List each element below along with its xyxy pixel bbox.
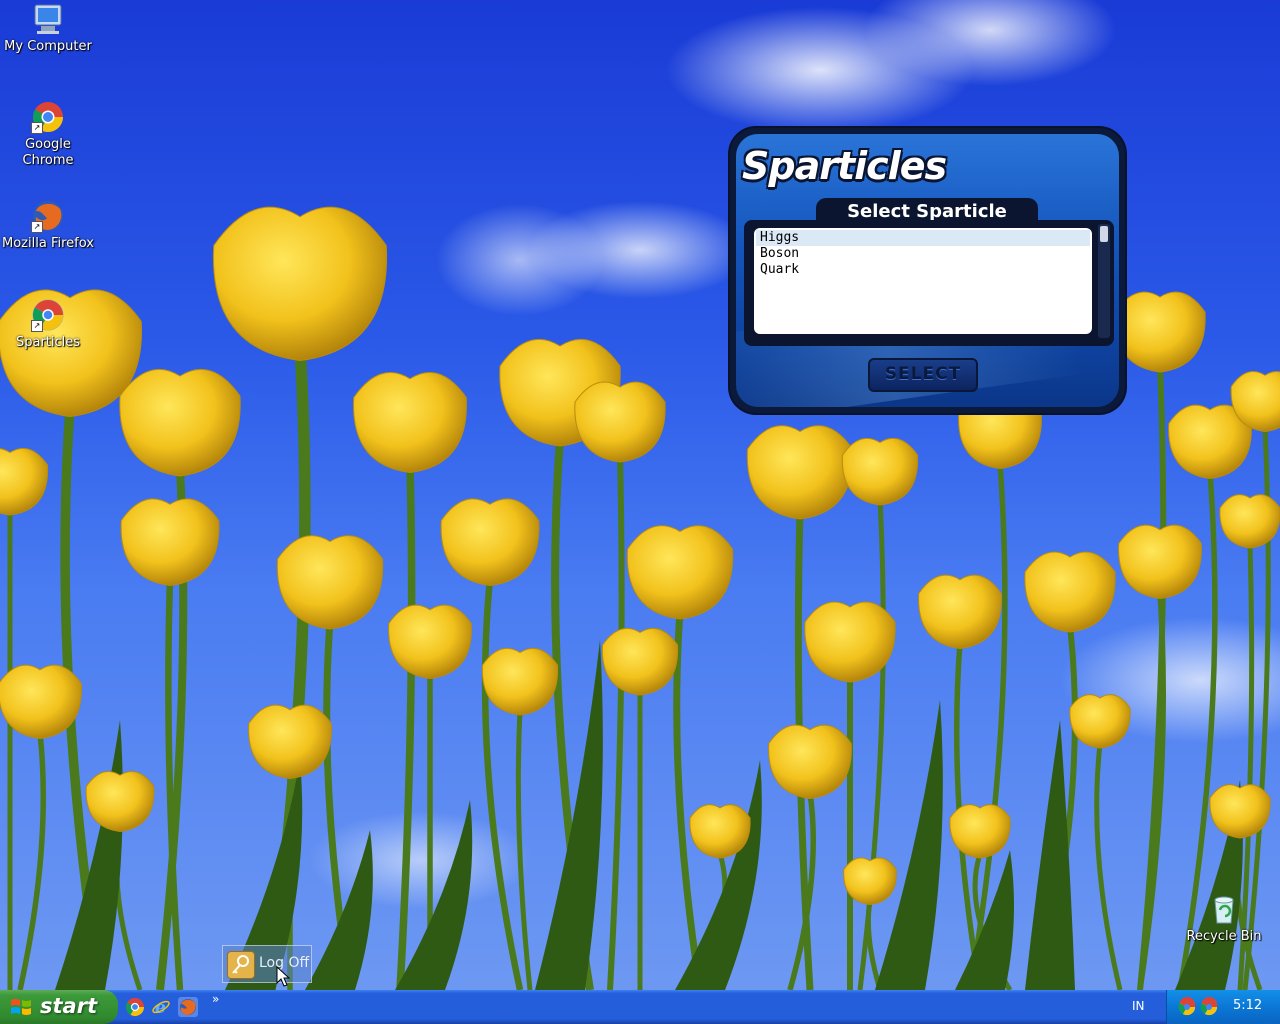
list-scrollbar[interactable] [1098, 224, 1110, 338]
shortcut-arrow-icon: ↗ [31, 122, 43, 134]
mouse-cursor-icon [276, 966, 290, 987]
start-label: start [40, 994, 98, 1018]
scrollbar-thumb[interactable] [1100, 226, 1108, 242]
language-indicator[interactable]: IN [1132, 999, 1145, 1013]
taskbar: start e » IN 5:12 [0, 990, 1280, 1024]
chrome-tray-icon[interactable] [1177, 997, 1197, 1017]
system-tray: 5:12 [1166, 990, 1280, 1024]
sparticles-label: Sparticles [15, 335, 81, 350]
recycle-bin-icon [1207, 892, 1241, 926]
ie-icon[interactable]: e [151, 997, 171, 1017]
sparticles-window: Sparticles Select Sparticle Higgs Boson … [730, 128, 1125, 413]
shortcut-arrow-icon: ↗ [31, 320, 43, 332]
sparticle-list-frame: Higgs Boson Quark [744, 220, 1114, 346]
sparticles-panel: Sparticles Select Sparticle Higgs Boson … [736, 134, 1119, 407]
firefox-shortcut[interactable]: ↗ Mozilla Firefox [0, 199, 96, 252]
sparticle-item-boson[interactable]: Boson [754, 246, 1092, 262]
chrome-icon: ↗ [31, 100, 65, 134]
recycle-bin-shortcut[interactable]: Recycle Bin [1176, 892, 1272, 945]
my-computer-icon [31, 2, 65, 36]
recycle-bin-label: Recycle Bin [1186, 929, 1262, 944]
chrome-shortcut[interactable]: ↗ Google Chrome [0, 100, 96, 169]
sparticles-icon: ↗ [31, 298, 65, 332]
firefox-icon[interactable] [178, 997, 198, 1017]
windows-flag-icon [11, 999, 31, 1015]
desktop: My Computer ↗ Google Chrome ↗ Mozilla Fi… [0, 0, 1280, 990]
sparticle-item-quark[interactable]: Quark [754, 262, 1092, 278]
quick-launch-overflow[interactable]: » [212, 992, 219, 1006]
sparticle-item-higgs[interactable]: Higgs [756, 230, 1090, 246]
my-computer-label: My Computer [4, 39, 92, 54]
firefox-label: Mozilla Firefox [2, 236, 94, 251]
shortcut-arrow-icon: ↗ [31, 221, 43, 233]
sparticles-logo: Sparticles [742, 144, 947, 188]
log-off-button[interactable]: Log Off [222, 945, 312, 983]
chrome-label-line1: Google [25, 137, 71, 152]
sparticles-frame: Sparticles Select Sparticle Higgs Boson … [730, 128, 1125, 413]
firefox-icon: ↗ [31, 199, 65, 233]
key-icon [227, 951, 255, 979]
chrome-tray-icon[interactable] [1199, 997, 1219, 1017]
clock[interactable]: 5:12 [1233, 998, 1262, 1013]
chrome-icon[interactable] [125, 997, 145, 1017]
sparticle-list[interactable]: Higgs Boson Quark [754, 228, 1092, 334]
svg-text:e: e [155, 998, 166, 1017]
select-button-label: SELECT [884, 364, 962, 384]
select-button[interactable]: SELECT [868, 358, 978, 392]
chrome-label-line2: Chrome [22, 153, 74, 168]
sparticles-shortcut[interactable]: ↗ Sparticles [0, 298, 96, 351]
start-button[interactable]: start [0, 990, 118, 1024]
my-computer-shortcut[interactable]: My Computer [0, 2, 96, 55]
